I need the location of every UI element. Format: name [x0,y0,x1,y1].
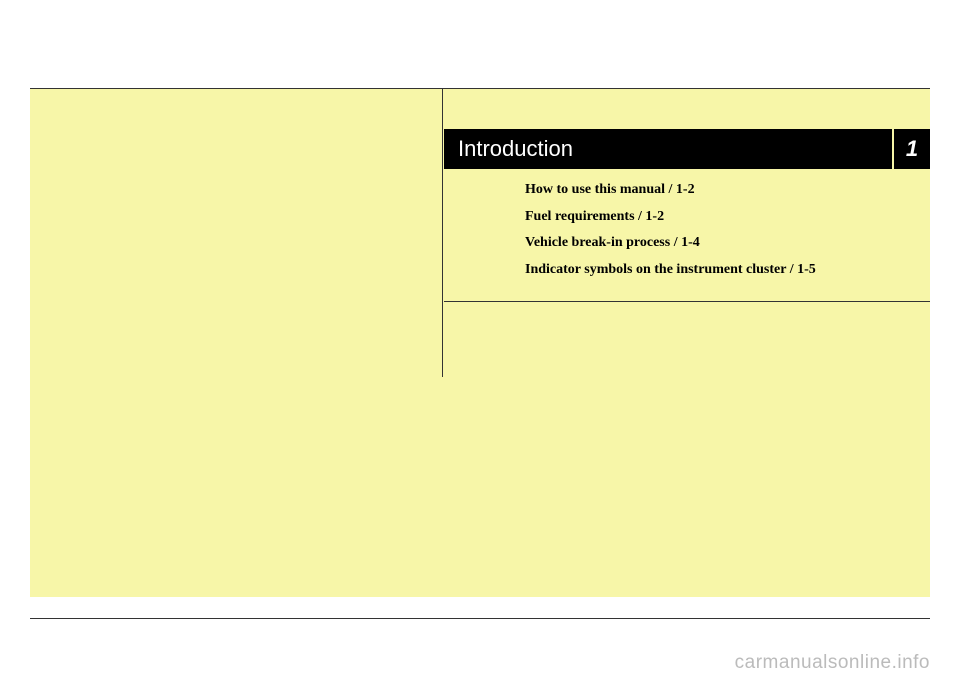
chapter-number: 1 [892,129,930,169]
vertical-divider [442,88,443,377]
contents-bottom-rule [444,301,930,302]
chapter-header-bar: Introduction 1 [444,129,930,169]
table-of-contents: How to use this manual / 1-2 Fuel requir… [525,180,920,286]
chapter-title: Introduction [444,136,573,162]
bottom-horizontal-rule [30,618,930,619]
watermark-text: carmanualsonline.info [735,652,930,674]
toc-entry: How to use this manual / 1-2 [525,180,920,200]
toc-entry: Indicator symbols on the instrument clus… [525,260,920,280]
toc-entry: Vehicle break-in process / 1-4 [525,233,920,253]
toc-entry: Fuel requirements / 1-2 [525,207,920,227]
